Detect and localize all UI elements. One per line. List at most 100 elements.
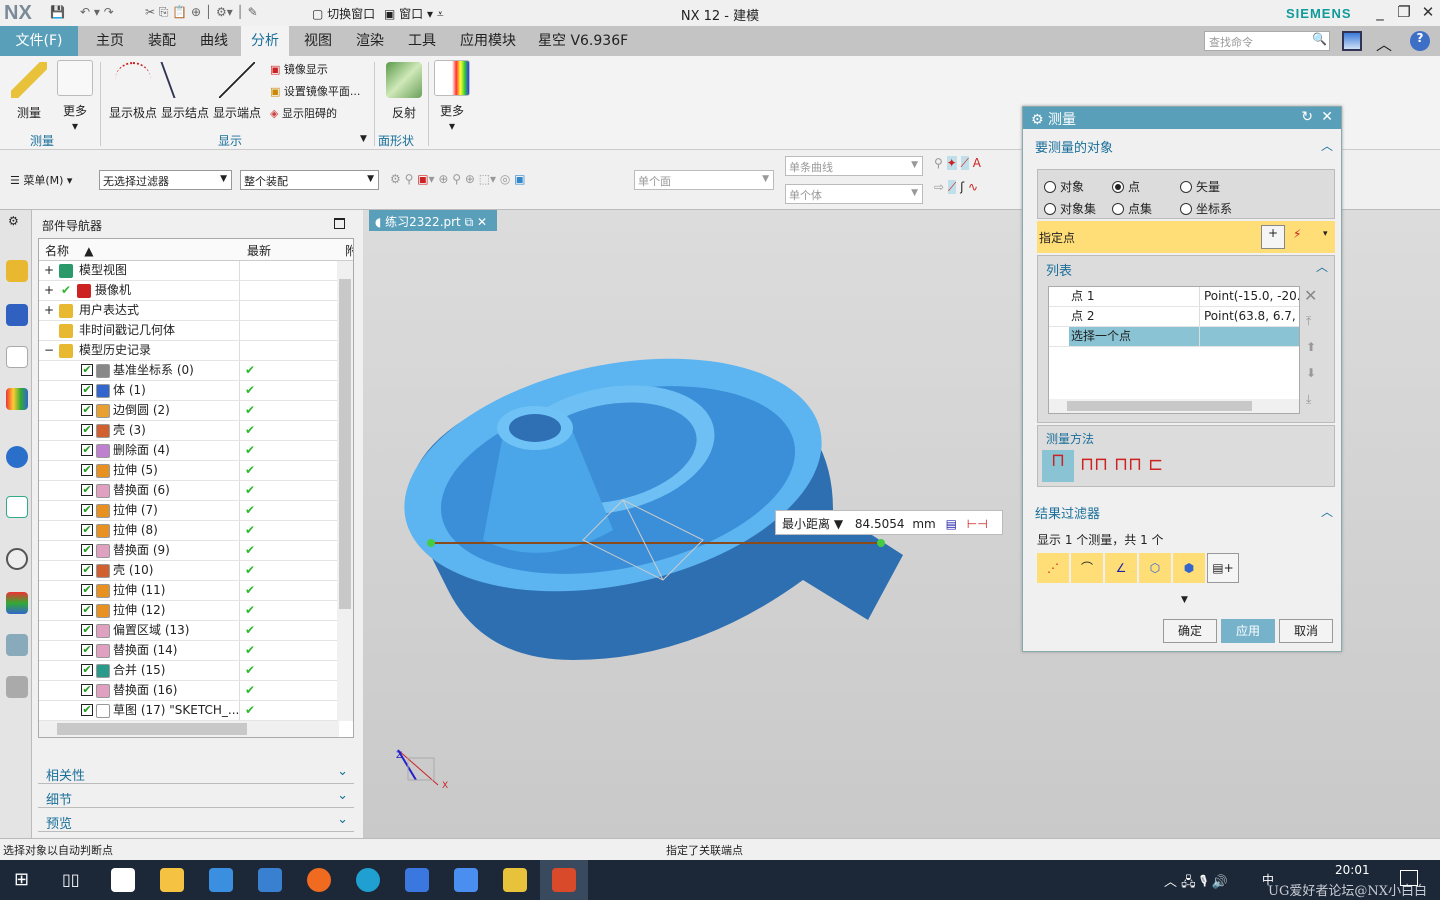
restore-button[interactable]: ❐ <box>1392 3 1416 21</box>
snap-point-icons[interactable]: ⚲ ✦ ⟋ A <box>934 156 981 171</box>
windows-start-icon[interactable]: ⊞ <box>14 869 29 890</box>
section-objects[interactable]: 要测量的对象 <box>1035 137 1113 156</box>
tab-view[interactable]: 视图 <box>294 26 342 56</box>
radio-option[interactable]: 对象集 <box>1044 200 1096 217</box>
feishu-icon[interactable] <box>405 868 429 892</box>
expand-icon[interactable]: + <box>44 261 54 280</box>
method-multiple-icon[interactable]: ⊓⊓ <box>1080 454 1108 475</box>
close-icon[interactable]: ✕ <box>1321 109 1333 125</box>
move-bottom-icon[interactable]: ⤓ <box>1306 392 1311 407</box>
tree-node[interactable]: + 模型视图 <box>39 261 353 281</box>
part-navigator-icon[interactable] <box>6 346 28 368</box>
tab-assembly[interactable]: 装配 <box>138 26 186 56</box>
group-display-dropdown[interactable]: ▼ <box>360 134 367 144</box>
fullscreen-icon[interactable] <box>1342 31 1362 51</box>
feature-row[interactable]: ✔ 拉伸 (7) ✔ <box>39 501 353 521</box>
reuse-library-icon[interactable] <box>6 388 28 410</box>
chevron-up-icon[interactable]: ︿ <box>1321 137 1333 154</box>
search-icon[interactable]: 🔍 <box>1312 32 1327 46</box>
history-icon[interactable] <box>6 548 28 570</box>
show-knots-button[interactable]: 显示结点 <box>160 62 210 121</box>
expand-icon[interactable]: + <box>44 301 54 320</box>
feature-row[interactable]: ✔ 边倒圆 (2) ✔ <box>39 401 353 421</box>
security-icon[interactable] <box>454 868 478 892</box>
visibility-checkbox[interactable]: ✔ <box>81 704 93 716</box>
edge-icon[interactable] <box>356 868 380 892</box>
visibility-checkbox[interactable]: ✔ <box>81 504 93 516</box>
filter-add-icon[interactable]: ▤+ <box>1207 553 1239 583</box>
tab-home[interactable]: 主页 <box>86 26 134 56</box>
visibility-checkbox[interactable]: ✔ <box>81 404 93 416</box>
reflect-button[interactable]: 反射 <box>384 62 424 121</box>
method-baseline-icon[interactable]: ⊏ <box>1148 454 1163 475</box>
list-horizontal-scrollbar[interactable] <box>1049 399 1299 413</box>
visibility-checkbox[interactable]: ✔ <box>81 484 93 496</box>
visibility-checkbox[interactable]: ✔ <box>81 384 93 396</box>
visibility-checkbox[interactable]: ✔ <box>81 444 93 456</box>
visibility-checkbox[interactable]: ✔ <box>81 524 93 536</box>
firefox-icon[interactable] <box>307 868 331 892</box>
clock-time[interactable]: 20:01 <box>1335 863 1370 877</box>
list-row[interactable]: 选择一个点 <box>1049 327 1299 347</box>
measure-button[interactable]: 测量 <box>8 62 50 121</box>
tab-xingkong[interactable]: 星空 V6.936F <box>528 26 638 56</box>
filter-arc-icon[interactable]: ⌒ <box>1071 553 1103 583</box>
filter-volume-icon[interactable]: ⬢ <box>1173 553 1205 583</box>
help-icon[interactable]: ? <box>1410 31 1430 51</box>
method-chain-icon[interactable]: ⊓⊓ <box>1114 454 1142 475</box>
move-down-icon[interactable]: ⬇ <box>1306 366 1316 380</box>
expand-more-icon[interactable]: ▼ <box>1181 595 1188 605</box>
visibility-checkbox[interactable]: ✔ <box>81 684 93 696</box>
tree-vertical-scrollbar[interactable] <box>337 261 353 721</box>
tab-tools[interactable]: 工具 <box>398 26 446 56</box>
feature-row[interactable]: ✔ 拉伸 (8) ✔ <box>39 521 353 541</box>
scope-select[interactable]: 整个装配 <box>240 170 379 190</box>
visibility-checkbox[interactable]: ✔ <box>81 424 93 436</box>
type-filter-select[interactable]: 无选择过滤器 <box>99 170 232 190</box>
copy-info-icon[interactable]: ▤ <box>946 517 957 531</box>
tree-horizontal-scrollbar[interactable] <box>39 721 339 737</box>
expand-icon[interactable]: + <box>44 281 54 300</box>
show-poles-button[interactable]: 显示极点 <box>108 62 158 121</box>
visibility-checkbox[interactable]: ✔ <box>81 644 93 656</box>
radio-option[interactable]: 点集 <box>1112 200 1152 217</box>
body-rule-select[interactable]: 单个体 <box>785 184 923 204</box>
feature-row[interactable]: ✔ 基准坐标系 (0) ✔ <box>39 361 353 381</box>
file-explorer-icon[interactable] <box>160 868 184 892</box>
tree-node[interactable]: + 用户表达式 <box>39 301 353 321</box>
panel-dependencies[interactable]: 相关性 ⌄ <box>38 762 354 784</box>
col-name-header[interactable]: 名称 ▲ <box>45 242 94 259</box>
curve-rule-select[interactable]: 单条曲线 <box>785 156 923 176</box>
feature-row[interactable]: ✔ 拉伸 (12) ✔ <box>39 601 353 621</box>
visibility-checkbox[interactable]: ✔ <box>81 604 93 616</box>
radio-option[interactable]: 坐标系 <box>1180 200 1232 217</box>
dimension-icon[interactable]: ⊢⊣ <box>967 517 988 531</box>
media-app-icon[interactable] <box>111 868 135 892</box>
store-icon[interactable] <box>209 868 233 892</box>
col-latest-header[interactable]: 最新 <box>247 242 271 259</box>
notification-icon[interactable] <box>1400 870 1418 886</box>
roles-icon[interactable] <box>6 676 28 698</box>
more-measure-button[interactable]: 更多 ▾ <box>56 60 94 133</box>
ok-button[interactable]: 确定 <box>1163 619 1217 643</box>
snap-icons[interactable]: ⚙ ⚲ ▣▾ ⊕ ⚲ ⊕ ⬚▾ ◎ ▣ <box>390 172 526 186</box>
visibility-checkbox[interactable]: ✔ <box>81 564 93 576</box>
collapse-icon[interactable]: − <box>44 341 54 360</box>
chevron-up-icon[interactable]: ︿ <box>1316 258 1328 275</box>
palette-icon[interactable] <box>6 592 28 614</box>
list-row[interactable]: 点 2 Point(63.8, 6.7, 9 <box>1049 307 1299 327</box>
show-ends-button[interactable]: 显示端点 <box>212 62 262 121</box>
point-dialog-icon[interactable]: + <box>1261 225 1285 249</box>
maximize-navigator-icon[interactable] <box>334 218 345 229</box>
snap-curve-icons[interactable]: ⇨ ⟋ ʃ ∿ <box>934 180 978 195</box>
move-top-icon[interactable]: ⤒ <box>1306 314 1311 329</box>
minimize-button[interactable]: _ <box>1368 3 1392 21</box>
tree-node[interactable]: 非时间戳记几何体 <box>39 321 353 341</box>
apply-button[interactable]: 应用 <box>1221 619 1275 643</box>
list-title[interactable]: 列表 <box>1046 260 1072 279</box>
panel-details[interactable]: 细节 ⌄ <box>38 786 354 808</box>
delete-icon[interactable]: ✕ <box>1304 286 1317 305</box>
feature-row[interactable]: ✔ 合并 (15) ✔ <box>39 661 353 681</box>
feature-row[interactable]: ✔ 替换面 (14) ✔ <box>39 641 353 661</box>
mail-icon[interactable] <box>258 868 282 892</box>
